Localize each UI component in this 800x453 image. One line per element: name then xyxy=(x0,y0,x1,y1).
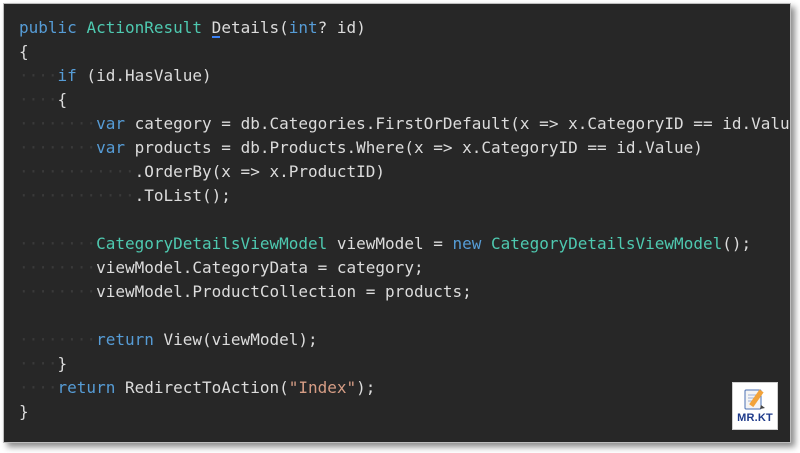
code-token: .ToList(); xyxy=(134,186,231,205)
code-line: ········viewModel.CategoryData = categor… xyxy=(19,256,790,280)
code-screenshot: public ActionResult Details(int? id){···… xyxy=(3,3,791,443)
code-token: int xyxy=(288,18,318,37)
indent-guide: ········ xyxy=(19,114,97,133)
code-token: return xyxy=(57,378,116,397)
indent-guide: ···· xyxy=(19,378,58,397)
code-token: public xyxy=(19,18,87,37)
code-token: } xyxy=(57,354,68,373)
code-token: RedirectToAction( xyxy=(115,378,289,397)
code-line: ············.OrderBy(x => x.ProductID) xyxy=(19,160,790,184)
code-token: { xyxy=(57,90,68,109)
code-line: ····} xyxy=(19,352,790,376)
code-token: category = db.Categories.FirstOrDefault(… xyxy=(124,114,791,133)
code-token: { xyxy=(19,42,29,61)
indent-guide: ········ xyxy=(19,330,97,349)
code-editor: public ActionResult Details(int? id){···… xyxy=(19,16,791,424)
indent-guide: ········ xyxy=(19,138,97,157)
code-token: viewModel.CategoryData = category; xyxy=(96,258,424,277)
indent-guide: ···· xyxy=(19,90,58,109)
code-token: CategoryDetailsViewModel xyxy=(96,234,328,253)
code-line: ········var products = db.Products.Where… xyxy=(19,136,790,160)
indent-guide: ···· xyxy=(19,354,58,373)
logo-text: MR.KT xyxy=(737,412,773,424)
code-token: return xyxy=(96,330,154,349)
code-token: "Index" xyxy=(288,378,357,397)
code-token: viewModel.ProductCollection = products; xyxy=(96,282,472,301)
indent-guide: ········ xyxy=(19,282,97,301)
code-line: ········viewModel.ProductCollection = pr… xyxy=(19,280,790,304)
code-line: ········var category = db.Categories.Fir… xyxy=(19,112,791,136)
code-token: etails( xyxy=(221,18,289,37)
code-token: if xyxy=(57,66,77,85)
indent-guide: ············ xyxy=(19,162,135,181)
code-token: ); xyxy=(356,378,376,397)
code-token: .OrderBy(x => x.ProductID) xyxy=(134,162,386,181)
indent-guide: ···· xyxy=(19,66,58,85)
code-line: ····if (id.HasValue) xyxy=(19,64,790,88)
watermark-logo: MR.KT xyxy=(732,382,778,430)
code-token: (); xyxy=(722,234,752,253)
code-token: products = db.Products.Where(x => x.Cate… xyxy=(124,138,703,157)
code-line: { xyxy=(19,40,790,64)
indent-guide: ········ xyxy=(19,258,97,277)
code-token: ActionResult xyxy=(86,18,203,37)
code-token: (id.HasValue) xyxy=(76,66,212,85)
code-line: ········return View(viewModel); xyxy=(19,328,790,352)
code-line: public ActionResult Details(int? id) xyxy=(19,16,790,40)
code-token: var xyxy=(96,114,125,133)
code-token: ? id) xyxy=(317,18,366,37)
code-token: var xyxy=(96,138,125,157)
code-token: viewModel = xyxy=(327,234,453,253)
code-line: ····return RedirectToAction("Index"); xyxy=(19,376,790,400)
code-token: new xyxy=(452,234,482,253)
notebook-pencil-icon xyxy=(744,389,765,410)
code-token: CategoryDetailsViewModel xyxy=(491,234,723,253)
code-token: View(viewModel); xyxy=(153,330,318,349)
code-line: ············.ToList(); xyxy=(19,184,790,208)
code-token: } xyxy=(19,402,29,421)
indent-guide: ········ xyxy=(19,234,97,253)
code-line: } xyxy=(19,400,790,424)
code-token: D xyxy=(211,18,222,37)
indent-guide: ············ xyxy=(19,186,135,205)
code-line: ········CategoryDetailsViewModel viewMod… xyxy=(19,232,790,256)
code-line: ····{ xyxy=(19,88,790,112)
